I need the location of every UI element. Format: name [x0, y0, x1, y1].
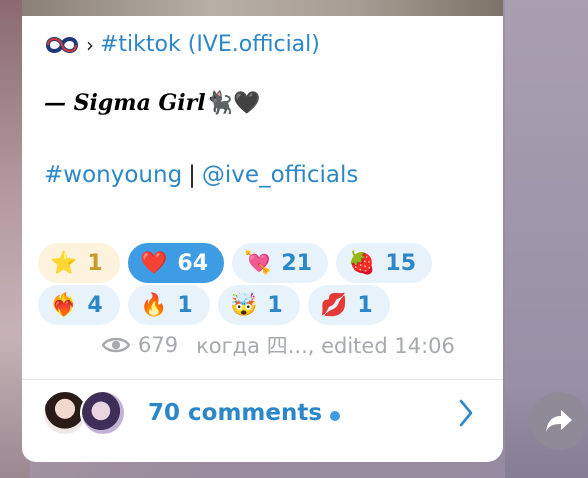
- reaction-heart-arrow[interactable]: 💘 21: [232, 243, 328, 283]
- reaction-star[interactable]: ⭐ 1: [38, 243, 120, 283]
- fire-icon: 🔥: [140, 292, 168, 318]
- reaction-heart[interactable]: ❤️ 64: [128, 243, 224, 283]
- media-preview[interactable]: [22, 0, 503, 16]
- eye-icon: [102, 337, 130, 353]
- knot-icon: [45, 36, 79, 53]
- reaction-count: 64: [177, 250, 209, 276]
- post-title: — Sigma Girl🐈‍⬛🖤: [44, 90, 260, 116]
- kiss-icon: 💋: [320, 292, 348, 318]
- strawberry-icon: 🍓: [348, 250, 376, 276]
- avatar: [80, 390, 126, 436]
- hashtag-link[interactable]: #wonyoung: [44, 162, 182, 188]
- pipe-separator: |: [188, 162, 196, 188]
- mind-blown-icon: 🤯: [230, 292, 258, 318]
- comments-label: 70 comments: [148, 400, 323, 426]
- chevron-right-icon: [459, 399, 473, 427]
- unread-indicator: [330, 411, 340, 421]
- reaction-kiss[interactable]: 💋 1: [308, 285, 390, 325]
- reaction-count: 1: [267, 292, 283, 318]
- heart-icon: ❤️: [140, 250, 168, 276]
- message-meta: 679 когда 四..., edited 14:06: [102, 330, 492, 360]
- tags-line: #wonyoung | @ive_officials: [44, 162, 358, 188]
- reaction-count: 4: [87, 292, 103, 318]
- author-edit-info: когда 四..., edited 14:06: [196, 334, 455, 358]
- reaction-count: 1: [177, 292, 193, 318]
- reaction-count: 21: [281, 250, 313, 276]
- reaction-strawberry[interactable]: 🍓 15: [336, 243, 432, 283]
- post-title-emoji: 🐈‍⬛🖤: [205, 90, 261, 116]
- separator: ›: [86, 32, 94, 57]
- share-arrow-icon: [546, 410, 572, 432]
- message-bubble: › #tiktok (IVE.official) — Sigma Girl🐈‍⬛…: [22, 0, 503, 462]
- heart-arrow-icon: 💘: [244, 250, 272, 276]
- mention-link[interactable]: @ive_officials: [202, 162, 358, 188]
- reaction-mind-blown[interactable]: 🤯 1: [218, 285, 300, 325]
- star-icon: ⭐: [50, 250, 78, 276]
- reaction-count: 1: [357, 292, 373, 318]
- hashtag-source-link[interactable]: #tiktok (IVE.official): [100, 32, 320, 57]
- reaction-heart-fire[interactable]: ❤️‍🔥 4: [38, 285, 120, 325]
- comments-button[interactable]: 70 comments: [22, 380, 503, 448]
- reaction-count: 15: [385, 250, 417, 276]
- source-line: › #tiktok (IVE.official): [44, 32, 320, 57]
- heart-fire-icon: ❤️‍🔥: [50, 292, 78, 318]
- view-count: 679: [138, 333, 179, 357]
- forward-button[interactable]: [530, 392, 588, 450]
- post-title-text: — Sigma Girl: [44, 90, 206, 116]
- reaction-count: 1: [87, 250, 103, 276]
- reaction-fire[interactable]: 🔥 1: [128, 285, 210, 325]
